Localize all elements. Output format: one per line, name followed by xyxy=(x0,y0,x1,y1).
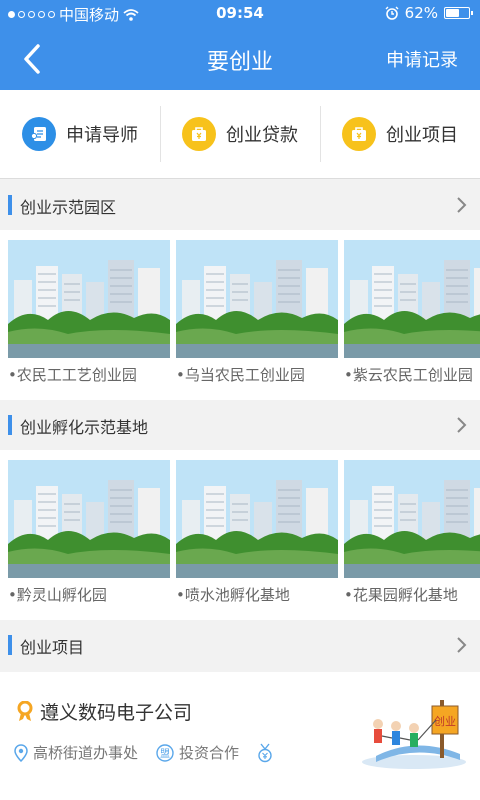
alliance-badge-text: 盟 xyxy=(160,748,170,760)
section-header-incubation-bases[interactable]: 创业孵化示范基地 xyxy=(0,402,480,448)
company-meta: 高桥街道办事处 盟 投资合作 xyxy=(14,742,273,763)
application-record-button[interactable]: 申请记录 xyxy=(386,46,458,72)
base-caption: •花果园孵化基地 xyxy=(344,586,458,604)
navigation-bar: 要创业 申请记录 xyxy=(0,28,480,90)
base-photo xyxy=(176,460,338,578)
section-header-startup-projects[interactable]: 创业项目 xyxy=(0,622,480,668)
city-park-picture xyxy=(176,240,338,358)
city-park-picture xyxy=(344,460,480,578)
park-photo xyxy=(176,240,338,358)
location-label: 高桥街道办事处 xyxy=(33,744,139,762)
park-photo xyxy=(344,240,480,358)
location-group: 高桥街道办事处 xyxy=(14,742,138,763)
base-caption: •喷水池孵化基地 xyxy=(176,586,290,604)
park-card[interactable]: •紫云农民工创业园 xyxy=(344,240,480,385)
cooperation-label: 投资合作 xyxy=(179,744,240,762)
park-card[interactable]: •农民工工艺创业园 xyxy=(8,240,170,385)
chevron-right-icon xyxy=(457,637,467,653)
award-ribbon-icon xyxy=(17,700,33,721)
location-pin-icon xyxy=(14,743,28,762)
company-title: 遵义数码电子公司 xyxy=(16,698,192,725)
cooperation-group: 盟 投资合作 xyxy=(156,742,239,763)
company-name: 遵义数码电子公司 xyxy=(40,702,193,724)
section-header-demo-parks[interactable]: 创业示范园区 xyxy=(0,182,480,228)
base-card[interactable]: •黔灵山孵化园 xyxy=(8,460,170,605)
chevron-right-icon xyxy=(457,197,467,213)
startup-loan-label: 创业贷款 xyxy=(226,125,298,146)
startup-illustration: 创业 xyxy=(362,700,466,769)
mentor-icon xyxy=(22,117,56,151)
status-right: 62% xyxy=(385,4,473,22)
base-card[interactable]: •花果园孵化基地 xyxy=(344,460,480,605)
quick-actions: 申请导师 创业贷款 创业项目 xyxy=(0,90,480,179)
startup-project-button[interactable]: 创业项目 xyxy=(320,90,480,178)
chevron-right-icon xyxy=(457,417,467,433)
park-photo xyxy=(8,240,170,358)
section-title: 创业孵化示范基地 xyxy=(20,418,149,437)
startup-loan-button[interactable]: 创业贷款 xyxy=(160,90,320,178)
park-caption: •乌当农民工创业园 xyxy=(176,366,305,384)
battery-icon xyxy=(444,7,473,19)
apply-mentor-label: 申请导师 xyxy=(66,125,138,146)
sign-text: 创业 xyxy=(434,715,456,728)
base-caption: •黔灵山孵化园 xyxy=(8,586,107,604)
project-list-item[interactable]: 遵义数码电子公司 高桥街道办事处 盟 投资合作 创业 xyxy=(0,672,480,800)
incubation-bases-gallery: •黔灵山孵化园 •喷水池孵化基地 •花果园孵化基地 xyxy=(0,450,480,620)
base-photo xyxy=(8,460,170,578)
demo-parks-gallery: •农民工工艺创业园 •乌当农民工创业园 •紫云农民工创业园 xyxy=(0,230,480,400)
city-park-picture xyxy=(8,240,170,358)
apply-mentor-button[interactable]: 申请导师 xyxy=(0,90,160,178)
section-accent-bar xyxy=(8,415,12,435)
project-icon xyxy=(342,117,376,151)
startup-project-label: 创业项目 xyxy=(386,125,458,146)
section-title: 创业项目 xyxy=(20,638,85,657)
alarm-icon xyxy=(385,6,399,20)
section-title: 创业示范园区 xyxy=(20,198,117,217)
section-accent-bar xyxy=(8,195,12,215)
section-accent-bar xyxy=(8,635,12,655)
city-park-picture xyxy=(8,460,170,578)
city-park-picture xyxy=(176,460,338,578)
park-caption: •农民工工艺创业园 xyxy=(8,366,137,384)
city-park-picture xyxy=(344,240,480,358)
loan-icon xyxy=(182,117,216,151)
battery-percent: 62% xyxy=(404,4,438,22)
base-card[interactable]: •喷水池孵化基地 xyxy=(176,460,338,605)
status-bar: 中国移动 09:54 62% xyxy=(0,0,480,28)
money-medal-icon xyxy=(258,743,272,762)
alliance-badge-icon: 盟 xyxy=(156,743,174,762)
park-card[interactable]: •乌当农民工创业园 xyxy=(176,240,338,385)
base-photo xyxy=(344,460,480,578)
park-caption: •紫云农民工创业园 xyxy=(344,366,473,384)
